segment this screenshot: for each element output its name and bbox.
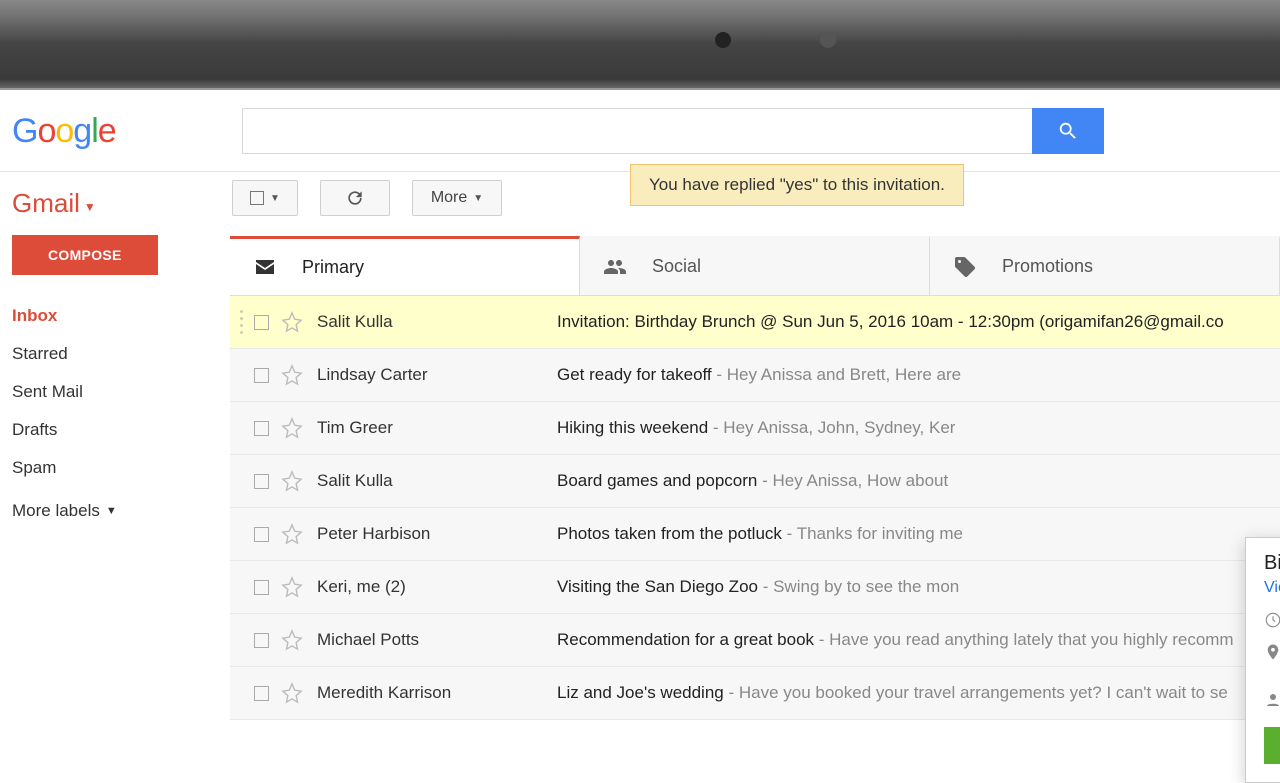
person-icon: [1264, 691, 1280, 709]
mail-subject: Visiting the San Diego Zoo - Swing by to…: [557, 577, 959, 597]
mail-preview: - Have you booked your travel arrangemen…: [724, 683, 1228, 702]
checkbox-icon: [250, 191, 264, 205]
sidebar: Gmail ▼ COMPOSE Inbox Starred Sent Mail …: [0, 172, 230, 720]
app-name: Gmail: [12, 188, 80, 219]
mail-sender: Tim Greer: [317, 418, 557, 438]
event-attendees-row: 4 going: [1264, 689, 1280, 709]
mail-preview: - Thanks for inviting me: [782, 524, 963, 543]
tab-primary[interactable]: Primary: [230, 236, 580, 295]
more-actions-button[interactable]: More ▼: [412, 180, 502, 216]
view-calendar-link[interactable]: View on Google Calendar: [1264, 579, 1280, 596]
tab-promotions[interactable]: Promotions: [930, 236, 1280, 295]
mail-subject: Board games and popcorn - Hey Anissa, Ho…: [557, 471, 948, 491]
camera-dot: [715, 32, 731, 48]
select-all-button[interactable]: ▼: [232, 180, 298, 216]
refresh-button[interactable]: [320, 180, 390, 216]
search-bar: [242, 108, 1104, 154]
toast-notification: You have replied "yes" to this invitatio…: [630, 164, 964, 206]
star-button[interactable]: [281, 311, 303, 333]
caret-down-icon: ▼: [270, 193, 280, 204]
mail-row[interactable]: Michael PottsRecommendation for a great …: [230, 614, 1280, 667]
star-button[interactable]: [281, 576, 303, 598]
mail-list: Salit KullaInvitation: Birthday Brunch @…: [230, 296, 1280, 720]
mail-subject: Hiking this weekend - Hey Anissa, John, …: [557, 418, 955, 438]
search-input[interactable]: [242, 108, 1032, 154]
rsvp-yes-button[interactable]: Yes: [1264, 727, 1280, 764]
star-button[interactable]: [281, 364, 303, 386]
sidebar-item-drafts[interactable]: Drafts: [12, 411, 230, 449]
drag-handle-icon: [240, 310, 248, 334]
device-bezel: [0, 0, 1280, 90]
event-title: Birthday Brunch: [1264, 552, 1280, 575]
people-icon: [602, 255, 628, 279]
star-button[interactable]: [281, 523, 303, 545]
category-tabs: Primary Social Promotions: [230, 236, 1280, 296]
camera-dot: [820, 32, 836, 48]
star-button[interactable]: [281, 417, 303, 439]
event-actions: Yes Maybe: [1264, 727, 1280, 764]
mail-sender: Lindsay Carter: [317, 365, 557, 385]
mail-row[interactable]: Salit KullaBoard games and popcorn - Hey…: [230, 455, 1280, 508]
folder-list: Inbox Starred Sent Mail Drafts Spam: [12, 297, 230, 487]
search-icon: [1057, 120, 1079, 142]
mail-subject: Invitation: Birthday Brunch @ Sun Jun 5,…: [557, 312, 1224, 332]
mail-sender: Michael Potts: [317, 630, 557, 650]
mail-subject: Recommendation for a great book - Have y…: [557, 630, 1234, 650]
mail-checkbox[interactable]: [254, 474, 269, 489]
mail-checkbox[interactable]: [254, 580, 269, 595]
mail-sender: Peter Harbison: [317, 524, 557, 544]
mail-checkbox[interactable]: [254, 421, 269, 436]
app-switcher[interactable]: Gmail ▼: [12, 188, 230, 219]
event-popover: Birthday Brunch View on Google Calendar …: [1245, 537, 1280, 783]
star-button[interactable]: [281, 629, 303, 651]
sidebar-item-sent[interactable]: Sent Mail: [12, 373, 230, 411]
sidebar-item-starred[interactable]: Starred: [12, 335, 230, 373]
mail-checkbox[interactable]: [254, 686, 269, 701]
map-pin-icon: [1264, 643, 1280, 661]
content-area: You have replied "yes" to this invitatio…: [230, 172, 1280, 720]
mail-row[interactable]: Peter HarbisonPhotos taken from the potl…: [230, 508, 1280, 561]
mail-preview: - Hey Anissa, John, Sydney, Ker: [708, 418, 955, 437]
event-location-row: Golden Gate Park, San Fra States: [1264, 641, 1280, 677]
mail-preview: - Swing by to see the mon: [758, 577, 959, 596]
mail-checkbox[interactable]: [254, 633, 269, 648]
mail-checkbox[interactable]: [254, 527, 269, 542]
inbox-icon: [252, 255, 278, 279]
event-time-row: Sun Jun 5, 2016 10am – 12: [1264, 609, 1280, 629]
mail-sender: Meredith Karrison: [317, 683, 557, 703]
tag-icon: [952, 255, 978, 279]
sidebar-item-inbox[interactable]: Inbox: [12, 297, 230, 335]
clock-icon: [1264, 611, 1280, 629]
mail-preview: - Have you read anything lately that you…: [814, 630, 1234, 649]
more-labels-toggle[interactable]: More labels ▼: [12, 501, 230, 521]
mail-row[interactable]: Lindsay CarterGet ready for takeoff - He…: [230, 349, 1280, 402]
mail-preview: - Hey Anissa and Brett, Here are: [712, 365, 961, 384]
mail-sender: Salit Kulla: [317, 471, 557, 491]
star-button[interactable]: [281, 470, 303, 492]
mail-subject: Liz and Joe's wedding - Have you booked …: [557, 683, 1228, 703]
tab-social[interactable]: Social: [580, 236, 930, 295]
caret-down-icon: ▼: [84, 200, 96, 214]
mail-row[interactable]: Salit KullaInvitation: Birthday Brunch @…: [230, 296, 1280, 349]
caret-down-icon: ▼: [473, 193, 483, 204]
refresh-icon: [345, 188, 365, 208]
mail-checkbox[interactable]: [254, 368, 269, 383]
caret-down-icon: ▼: [106, 505, 117, 517]
mail-row[interactable]: Meredith KarrisonLiz and Joe's wedding -…: [230, 667, 1280, 720]
mail-row[interactable]: Tim GreerHiking this weekend - Hey Aniss…: [230, 402, 1280, 455]
google-logo[interactable]: Google: [12, 106, 242, 151]
mail-sender: Salit Kulla: [317, 312, 557, 332]
mail-subject: Get ready for takeoff - Hey Anissa and B…: [557, 365, 961, 385]
compose-button[interactable]: COMPOSE: [12, 235, 158, 275]
mail-row[interactable]: Keri, me (2)Visiting the San Diego Zoo -…: [230, 561, 1280, 614]
mail-subject: Photos taken from the potluck - Thanks f…: [557, 524, 963, 544]
search-button[interactable]: [1032, 108, 1104, 154]
star-button[interactable]: [281, 682, 303, 704]
mail-sender: Keri, me (2): [317, 577, 557, 597]
sidebar-item-spam[interactable]: Spam: [12, 449, 230, 487]
header: Google: [0, 90, 1280, 172]
mail-preview: - Hey Anissa, How about: [757, 471, 948, 490]
mail-checkbox[interactable]: [254, 315, 269, 330]
